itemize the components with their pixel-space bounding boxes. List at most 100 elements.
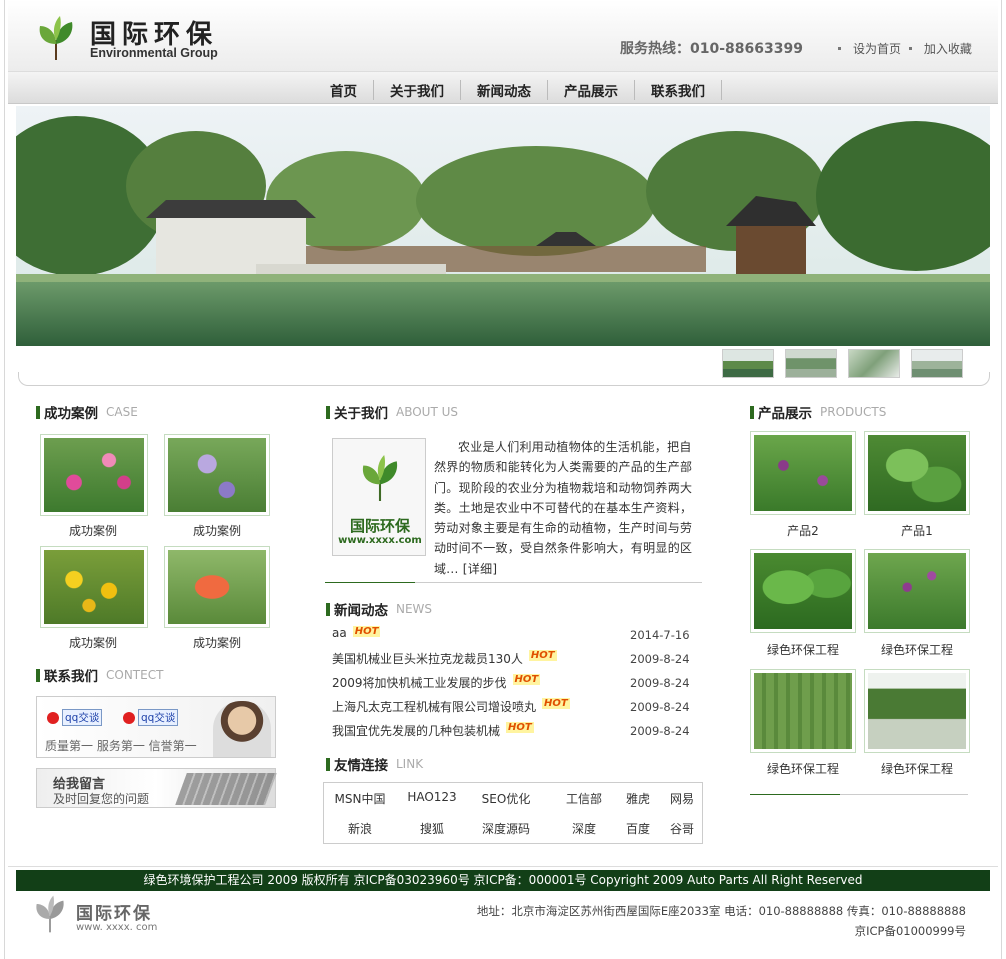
about-heading: 关于我们 ABOUT US <box>326 402 458 422</box>
qq-penguin-icon <box>47 711 59 724</box>
product-image[interactable] <box>750 431 856 515</box>
footer-brand-url: www. xxxx. com <box>76 922 158 933</box>
links-heading: 友情连接 LINK <box>326 754 423 774</box>
friend-link[interactable]: 深度 <box>554 820 614 837</box>
tree-logo-icon <box>36 895 64 933</box>
nav-item-products[interactable]: 产品展示 <box>548 80 635 100</box>
news-item[interactable]: aa HOT 2014-7-16 <box>332 626 692 646</box>
qq-contact-box: qq交谈 qq交谈 质量第一 服务第一 信誉第一 <box>36 696 276 758</box>
news-item-title[interactable]: 上海凡太克工程机械有限公司增设喷丸 <box>332 700 536 714</box>
qq-chat-button-2[interactable]: qq交谈 <box>123 709 179 726</box>
news-item[interactable]: 我国宜优先发展的几种包装机械 HOT 2009-8-24 <box>332 722 692 742</box>
hot-badge: HOT <box>542 698 570 709</box>
news-item-date: 2009-8-24 <box>630 676 690 690</box>
product-image[interactable] <box>750 669 856 753</box>
product-image[interactable] <box>750 549 856 633</box>
case-image[interactable] <box>164 434 270 516</box>
qq-chat-label: qq交谈 <box>138 709 179 726</box>
contact-heading: 联系我们 CONTECT <box>36 665 163 685</box>
news-item-title[interactable]: 美国机械业巨头米拉克龙裁员130人 <box>332 652 523 666</box>
nav-item-about[interactable]: 关于我们 <box>374 80 461 100</box>
bullet-icon <box>838 47 841 50</box>
friend-link[interactable]: 搜狐 <box>402 820 462 837</box>
products-heading: 产品展示 PRODUCTS <box>750 402 886 422</box>
about-description: 农业是人们利用动植物体的生活机能，把自然界的物质和能转化为人类需要的产品的生产部… <box>434 440 693 576</box>
about-logo-url: www.xxxx.com <box>338 535 422 546</box>
product-image[interactable] <box>864 549 970 633</box>
add-favorite-link[interactable]: 加入收藏 <box>924 42 972 56</box>
contact-title-en: CONTECT <box>106 668 164 682</box>
news-item[interactable]: 美国机械业巨头米拉克龙裁员130人 HOT 2009-8-24 <box>332 650 692 670</box>
product-caption[interactable]: 绿色环保工程 <box>864 760 970 777</box>
case-caption[interactable]: 成功案例 <box>38 634 148 651</box>
friend-link[interactable]: SEO优化 <box>476 790 536 807</box>
banner-divider <box>18 372 990 386</box>
heading-marker <box>326 757 330 771</box>
product-image[interactable] <box>864 431 970 515</box>
news-item-date: 2009-8-24 <box>630 652 690 666</box>
keyboard-image <box>175 773 277 805</box>
tree-logo-icon <box>39 16 73 60</box>
product-caption[interactable]: 绿色环保工程 <box>864 641 970 658</box>
friend-link[interactable]: 谷哥 <box>652 820 712 837</box>
about-logo-name: 国际环保 <box>349 517 410 535</box>
footer-brand-name: 国际环保 <box>76 904 152 924</box>
heading-marker <box>326 405 330 419</box>
product-caption[interactable]: 产品2 <box>750 522 856 539</box>
support-agent-image <box>213 701 271 757</box>
case-image[interactable] <box>164 546 270 628</box>
news-item-title[interactable]: aa <box>332 626 347 640</box>
product-caption[interactable]: 绿色环保工程 <box>750 641 856 658</box>
product-image[interactable] <box>864 669 970 753</box>
case-caption[interactable]: 成功案例 <box>162 634 272 651</box>
friend-link[interactable]: HAO123 <box>402 790 462 804</box>
news-title-en: NEWS <box>396 602 433 616</box>
news-item[interactable]: 2009将加快机械工业发展的步伐 HOT 2009-8-24 <box>332 674 692 694</box>
footer-copyright-bar: 绿色环境保护工程公司 2009 版权所有 京ICP备03023960号 京ICP… <box>16 870 990 891</box>
hot-badge: HOT <box>506 722 534 733</box>
news-item[interactable]: 上海凡太克工程机械有限公司增设喷丸 HOT 2009-8-24 <box>332 698 692 718</box>
case-caption[interactable]: 成功案例 <box>162 522 272 539</box>
nav-item-news[interactable]: 新闻动态 <box>461 80 548 100</box>
news-item-title[interactable]: 我国宜优先发展的几种包装机械 <box>332 724 500 738</box>
service-hotline: 服务热线：010-88663399 <box>620 41 803 57</box>
hot-badge: HOT <box>528 650 557 661</box>
qq-penguin-icon <box>123 711 135 724</box>
friend-link[interactable]: 网易 <box>652 790 712 807</box>
footer-address: 地址：北京市海淀区苏州街西屋国际E座2033室 电话：010-88888888 … <box>476 904 966 918</box>
banner-image <box>16 106 990 346</box>
friend-link[interactable]: 深度源码 <box>476 820 536 837</box>
case-image[interactable] <box>40 434 148 516</box>
brand-name-en: Environmental Group <box>90 46 218 60</box>
contact-title: 联系我们 <box>44 669 98 685</box>
tree-logo-icon <box>362 455 398 501</box>
about-divider <box>325 582 702 583</box>
hot-badge: HOT <box>512 674 541 685</box>
qq-chat-button-1[interactable]: qq交谈 <box>47 709 103 726</box>
news-item-title[interactable]: 2009将加快机械工业发展的步伐 <box>332 676 507 690</box>
links-title-en: LINK <box>396 757 424 771</box>
products-divider <box>750 794 968 795</box>
heading-marker <box>750 405 754 419</box>
case-caption[interactable]: 成功案例 <box>38 522 148 539</box>
nav-item-home[interactable]: 首页 <box>314 80 374 100</box>
about-more-link[interactable]: [详细] <box>463 562 498 576</box>
about-logo: 国际环保 www.xxxx.com <box>332 438 426 556</box>
hot-badge: HOT <box>352 626 381 637</box>
products-title: 产品展示 <box>758 406 812 422</box>
friend-link[interactable]: 新浪 <box>330 820 390 837</box>
nav-item-contact[interactable]: 联系我们 <box>635 80 722 100</box>
products-title-en: PRODUCTS <box>820 405 887 419</box>
news-item-date: 2009-8-24 <box>630 724 690 738</box>
cases-title: 成功案例 <box>44 406 98 422</box>
friend-link[interactable]: 工信部 <box>554 790 614 807</box>
product-caption[interactable]: 绿色环保工程 <box>750 760 856 777</box>
qq-chat-label: qq交谈 <box>62 709 103 726</box>
product-caption[interactable]: 产品1 <box>864 522 970 539</box>
friend-link[interactable]: MSN中国 <box>330 790 390 807</box>
leave-message-box[interactable]: 给我留言 及时回复您的问题 <box>36 768 277 808</box>
about-title-en: ABOUT US <box>396 405 459 419</box>
set-homepage-link[interactable]: 设为首页 <box>853 42 901 56</box>
case-image[interactable] <box>40 546 148 628</box>
about-text: 农业是人们利用动植物体的生活机能，把自然界的物质和能转化为人类需要的产品的生产部… <box>434 437 702 579</box>
